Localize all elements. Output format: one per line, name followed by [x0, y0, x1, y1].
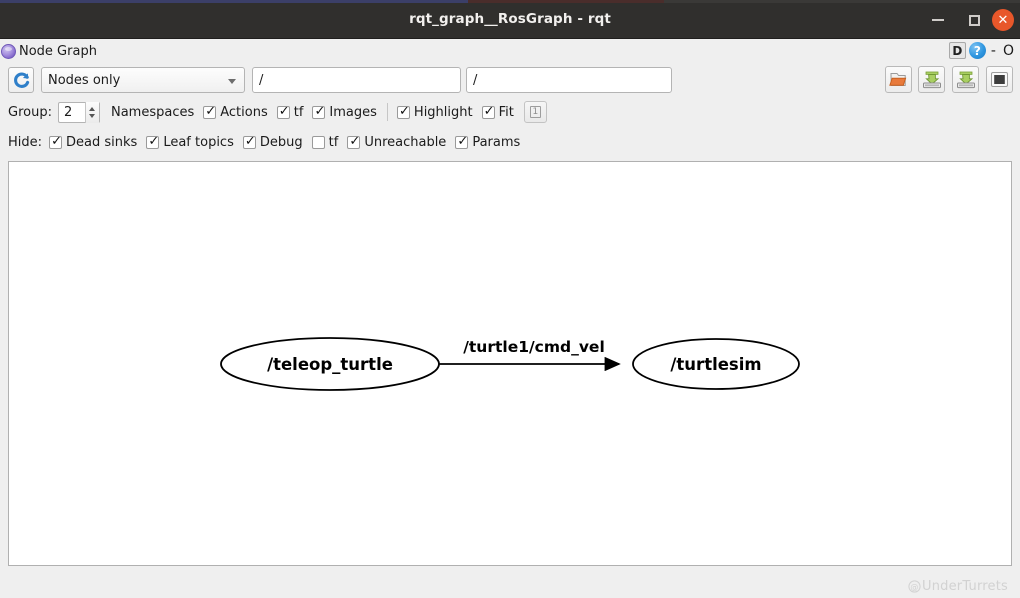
chevron-down-icon [228, 79, 236, 84]
edge-label: /turtle1/cmd_vel [463, 338, 605, 356]
graph-type-combo[interactable]: Nodes only [41, 67, 245, 93]
group-spinbox-value: 2 [63, 104, 73, 120]
save-image-button[interactable] [952, 66, 979, 93]
checkbox-hide-debug-indicator[interactable] [242, 134, 257, 149]
group-label: Group: [8, 104, 52, 120]
graph-toolbar: Nodes only / / [0, 66, 1020, 95]
zoom-one-icon: 1 [529, 106, 541, 118]
checkbox-hide-tf-indicator[interactable] [311, 135, 325, 149]
topic-filter-value: / [259, 72, 264, 88]
checkbox-tf-label: tf [293, 104, 304, 120]
checkbox-hide-tf-label: tf [328, 134, 339, 150]
checkbox-highlight[interactable]: Highlight [396, 104, 473, 120]
checkbox-highlight-label: Highlight [413, 104, 473, 120]
refresh-icon [13, 72, 29, 88]
checkbox-hide-unreachable-indicator[interactable] [347, 134, 361, 149]
checkbox-hide-unreachable[interactable]: Unreachable [347, 134, 447, 150]
load-dot-button[interactable] [885, 66, 912, 93]
save-dot-button[interactable] [918, 66, 945, 93]
window-title: rqt_graph__RosGraph - rqt [409, 11, 611, 27]
ros-graph-svg: /turtle1/cmd_vel /teleop_turtle /turtles… [220, 337, 800, 391]
panel-title: Node Graph [19, 44, 97, 59]
watermark-text: UnderTurrets [922, 579, 1008, 594]
graph-node-turtlesim[interactable]: /turtlesim [632, 338, 800, 390]
window-close-button[interactable]: ✕ [992, 9, 1014, 31]
checkbox-images-label: Images [329, 104, 377, 120]
checkbox-namespaces-label: Namespaces [110, 104, 195, 120]
checkbox-tf[interactable]: tf [276, 104, 304, 120]
group-spinbox-arrows[interactable] [84, 101, 99, 123]
checkbox-images-indicator[interactable] [312, 104, 326, 119]
panel-float-button[interactable]: - [989, 44, 998, 58]
minimize-icon [932, 19, 944, 21]
graph-hide-row: Hide: Dead sinks Leaf topics Debug tf Un… [0, 132, 520, 152]
checkbox-hide-debug[interactable]: Debug [242, 134, 303, 150]
spin-up-icon[interactable] [89, 106, 96, 111]
checkbox-fit-label: Fit [498, 104, 514, 120]
spin-down-icon[interactable] [89, 113, 96, 118]
graph-type-combo-value: Nodes only [48, 72, 121, 88]
checkbox-namespaces[interactable]: Namespaces [109, 105, 194, 120]
save-dot-icon [922, 71, 941, 88]
checkbox-hide-leaf-topics[interactable]: Leaf topics [146, 134, 234, 150]
graph-options-row: Group: 2 Namespaces Actions tf Images Hi… [0, 101, 547, 123]
checkbox-actions[interactable]: Actions [203, 104, 268, 120]
panel-close-button[interactable]: O [1001, 44, 1016, 58]
ros-graph-canvas[interactable]: /turtle1/cmd_vel /teleop_turtle /turtles… [8, 161, 1012, 566]
group-spinbox[interactable]: 2 [57, 101, 100, 123]
checkbox-fit[interactable]: Fit [481, 104, 514, 120]
graph-node-teleop-turtle[interactable]: /teleop_turtle [220, 337, 440, 391]
circled-at-icon: @ [908, 580, 921, 593]
window-title-bar: rqt_graph__RosGraph - rqt [0, 0, 1020, 39]
graph-edge-teleop-to-turtlesim[interactable]: /turtle1/cmd_vel [439, 338, 621, 372]
save-image-icon [956, 71, 975, 88]
checkbox-hide-dead-sinks-label: Dead sinks [66, 134, 138, 150]
checkbox-tf-indicator[interactable] [276, 104, 291, 119]
open-folder-icon [889, 73, 907, 86]
close-icon: ✕ [997, 12, 1009, 28]
dock-d-button[interactable]: D [948, 42, 966, 59]
checkbox-hide-debug-label: Debug [259, 134, 303, 150]
checkbox-fit-indicator[interactable] [481, 104, 496, 119]
window-minimize-button[interactable] [926, 8, 950, 32]
window-maximize-button[interactable] [962, 8, 986, 32]
checkbox-hide-dead-sinks-indicator[interactable] [49, 134, 63, 149]
svg-text:@: @ [910, 583, 918, 592]
checkbox-hide-leaf-topics-indicator[interactable] [146, 134, 160, 149]
node-graph-icon [1, 44, 16, 59]
checkbox-hide-params-indicator[interactable] [455, 134, 469, 149]
title-bar-accent-strip [0, 0, 1020, 3]
watermark: @ UnderTurrets [908, 579, 1008, 594]
checkbox-highlight-indicator[interactable] [396, 104, 411, 119]
options-separator [386, 103, 388, 121]
checkbox-actions-label: Actions [220, 104, 268, 120]
maximize-icon [968, 14, 980, 26]
checkbox-hide-params[interactable]: Params [455, 134, 521, 150]
checkbox-hide-params-label: Params [472, 134, 521, 150]
help-icon[interactable]: ? [968, 42, 986, 59]
hide-label: Hide: [8, 134, 43, 150]
refresh-button[interactable] [8, 67, 34, 93]
checkbox-hide-tf[interactable]: tf [311, 134, 339, 150]
panel-header-controls: D ? - O [948, 42, 1016, 59]
fit-in-view-button[interactable] [986, 66, 1013, 93]
fit-in-view-icon [991, 72, 1008, 87]
checkbox-actions-indicator[interactable] [203, 104, 217, 119]
checkbox-hide-dead-sinks[interactable]: Dead sinks [49, 134, 138, 150]
checkbox-hide-unreachable-label: Unreachable [364, 134, 447, 150]
node-label: /teleop_turtle [267, 355, 393, 374]
node-filter-input[interactable]: / [466, 67, 672, 93]
checkbox-hide-leaf-topics-label: Leaf topics [163, 134, 234, 150]
checkbox-images[interactable]: Images [312, 104, 377, 120]
node-filter-value: / [473, 72, 478, 88]
topic-filter-input[interactable]: / [252, 67, 461, 93]
node-label: /turtlesim [670, 355, 761, 374]
node-graph-panel-header: Node Graph [0, 40, 1020, 63]
zoom-actual-size-button[interactable]: 1 [523, 101, 547, 123]
